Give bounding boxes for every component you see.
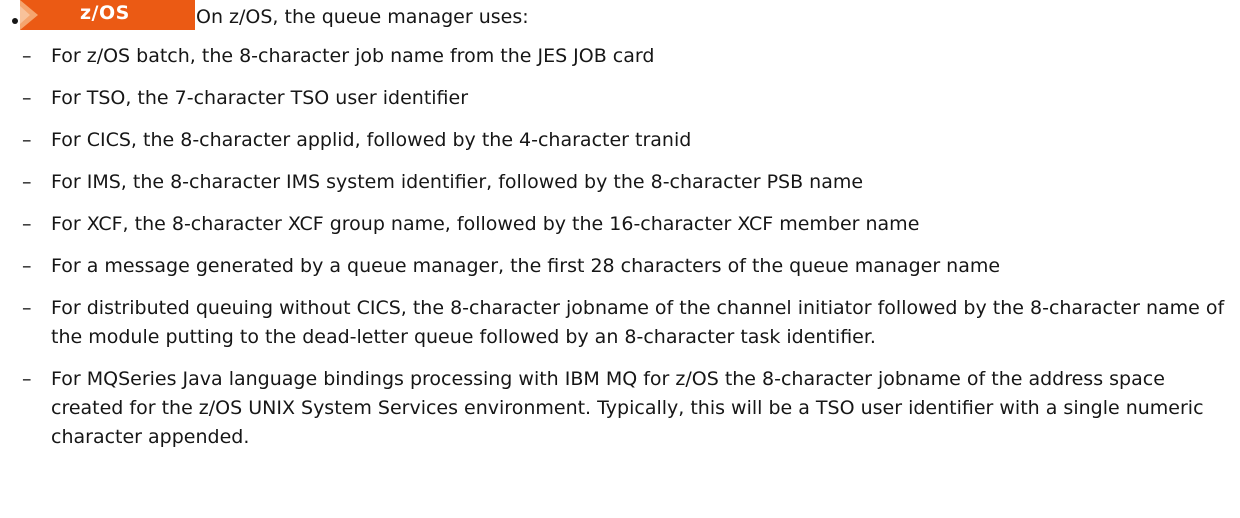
sub-list: – For z/OS batch, the 8-character job nam…	[22, 42, 1232, 465]
badge-label: z/OS	[80, 2, 130, 24]
bullet-marker	[12, 4, 18, 32]
list-item-text: For XCF, the 8-character XCF group name,…	[51, 213, 920, 235]
list-item: – For XCF, the 8-character XCF group name…	[22, 210, 1232, 239]
intro-text: On z/OS, the queue manager uses:	[196, 6, 529, 28]
list-item-text: For z/OS batch, the 8-character job name…	[51, 45, 655, 67]
list-item: – For MQSeries Java language bindings pro…	[22, 365, 1232, 452]
dash-marker: –	[22, 255, 32, 277]
list-item: – For z/OS batch, the 8-character job nam…	[22, 42, 1232, 71]
dash-marker: –	[22, 297, 32, 319]
dash-marker: –	[22, 129, 32, 151]
list-item: – For distributed queuing without CICS, t…	[22, 294, 1232, 352]
dash-marker: –	[22, 45, 32, 67]
list-item-text: For IMS, the 8-character IMS system iden…	[51, 171, 864, 193]
list-item: – For IMS, the 8-character IMS system ide…	[22, 168, 1232, 197]
badge-arrow-inner-icon	[20, 6, 30, 24]
dash-marker: –	[22, 213, 32, 235]
list-item-text: For distributed queuing without CICS, th…	[51, 297, 1225, 348]
dash-marker: –	[22, 368, 32, 390]
bullet-dot-icon	[12, 18, 18, 24]
list-item: – For TSO, the 7-character TSO user ident…	[22, 84, 1232, 113]
list-item-text: For MQSeries Java language bindings proc…	[51, 368, 1204, 448]
list-item-text: For CICS, the 8-character applid, follow…	[51, 129, 692, 151]
list-item-text: For a message generated by a queue manag…	[51, 255, 1001, 277]
dash-marker: –	[22, 171, 32, 193]
dash-marker: –	[22, 87, 32, 109]
list-item: – For a message generated by a queue mana…	[22, 252, 1232, 281]
list-item-text: For TSO, the 7-character TSO user identi…	[51, 87, 469, 109]
list-item: – For CICS, the 8-character applid, follo…	[22, 126, 1232, 155]
zos-platform-badge: z/OS	[20, 0, 195, 30]
